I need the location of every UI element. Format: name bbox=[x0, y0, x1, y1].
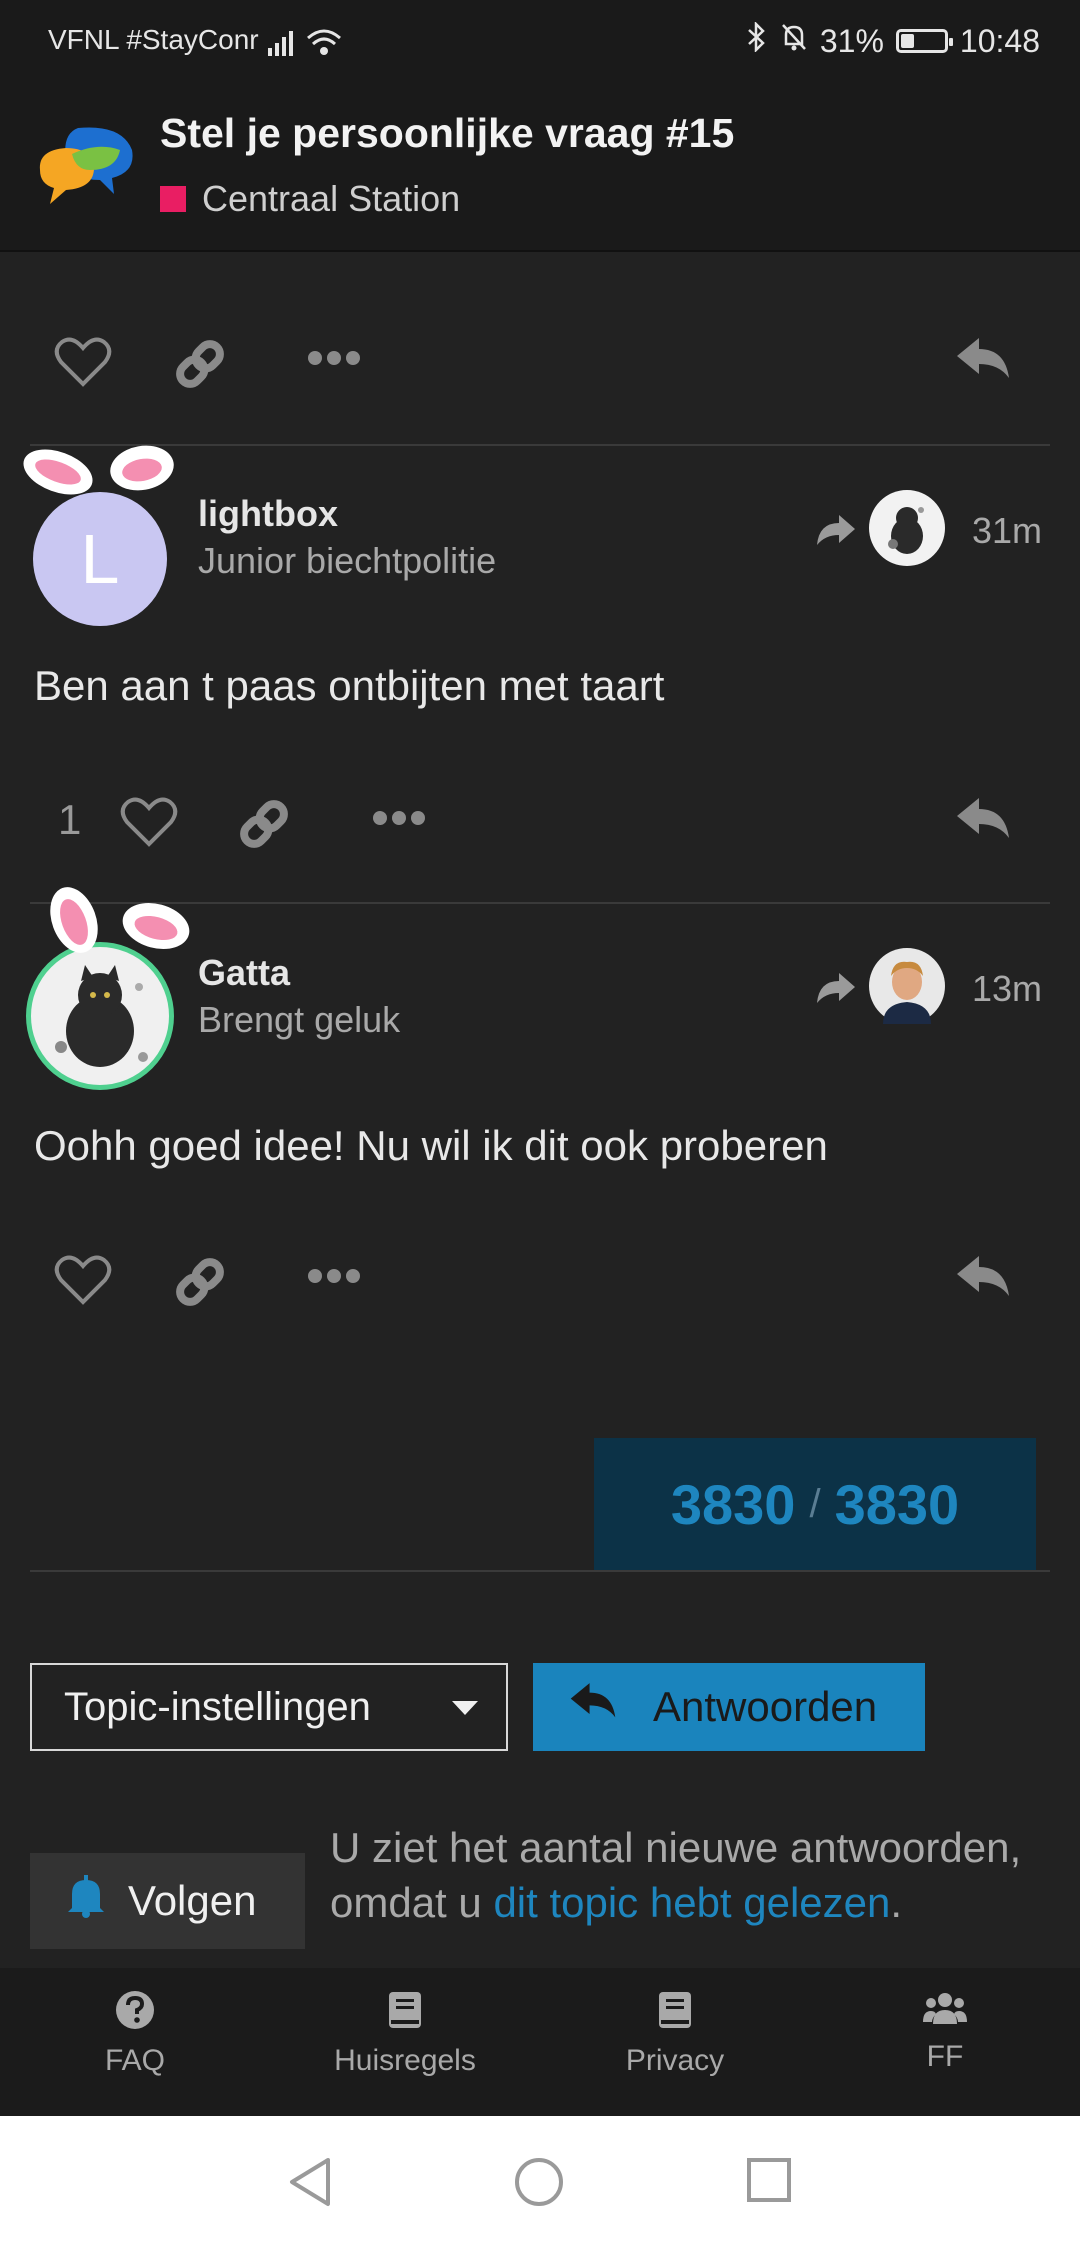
section-divider bbox=[30, 1570, 1050, 1572]
topic-settings-label: Topic-instellingen bbox=[64, 1684, 371, 1729]
user-title: Brengt geluk bbox=[198, 999, 401, 1040]
signal-wifi-icon bbox=[266, 26, 346, 66]
notice-link[interactable]: dit topic hebt gelezen bbox=[493, 1879, 890, 1926]
link-icon[interactable] bbox=[172, 336, 228, 397]
footer-item-huisregels[interactable]: Huisregels bbox=[295, 1990, 515, 2078]
like-heart-icon[interactable] bbox=[120, 796, 178, 853]
post-time[interactable]: 31m bbox=[972, 510, 1042, 552]
share-arrow-icon bbox=[817, 972, 855, 1003]
progress-total: 3830 bbox=[834, 1472, 960, 1536]
post-time[interactable]: 13m bbox=[972, 968, 1042, 1010]
post-body: Oohh goed idee! Nu wil ik dit ook prober… bbox=[34, 1122, 828, 1169]
footer-item-label: FF bbox=[926, 2040, 964, 2073]
category-badge[interactable]: Centraal Station bbox=[160, 178, 460, 220]
footer-item-label: FAQ bbox=[104, 2044, 165, 2077]
topic-settings-dropdown[interactable]: Topic-instellingen bbox=[30, 1663, 508, 1751]
like-heart-icon[interactable] bbox=[54, 336, 112, 393]
reply-button-label: Antwoorden bbox=[653, 1683, 878, 1730]
like-count[interactable]: 1 bbox=[58, 796, 81, 844]
users-icon bbox=[835, 1990, 1055, 2034]
avatar-letter: L bbox=[80, 520, 120, 598]
book-icon bbox=[295, 1990, 515, 2038]
link-icon[interactable] bbox=[236, 796, 292, 857]
topic-progress[interactable]: 3830 / 3830 bbox=[594, 1438, 1036, 1570]
reply-icon[interactable] bbox=[955, 336, 1011, 389]
footer-item-faq[interactable]: FAQ bbox=[25, 1990, 245, 2078]
battery-percent: 31% bbox=[819, 22, 884, 59]
share-arrow-icon bbox=[817, 514, 855, 545]
bluetooth-icon bbox=[746, 20, 768, 60]
battery-fill bbox=[900, 34, 914, 48]
post-body: Ben aan t paas ontbijten met taart bbox=[34, 662, 665, 709]
category-label: Centraal Station bbox=[202, 178, 461, 219]
reply-to-indicator[interactable] bbox=[815, 948, 945, 1029]
question-circle-icon bbox=[25, 1990, 245, 2038]
caret-down-icon bbox=[452, 1701, 478, 1715]
footer-nav: FAQ Huisregels Privacy FF bbox=[0, 1968, 1080, 2116]
notice-end: . bbox=[890, 1879, 903, 1926]
bell-icon bbox=[66, 1874, 106, 1928]
progress-current: 3830 bbox=[670, 1472, 796, 1536]
book-icon bbox=[565, 1990, 785, 2038]
clock: 10:48 bbox=[959, 22, 1040, 59]
footer-item-ff[interactable]: FF bbox=[835, 1990, 1055, 2074]
footer-item-label: Huisregels bbox=[334, 2044, 476, 2077]
footer-item-privacy[interactable]: Privacy bbox=[565, 1990, 785, 2078]
topic-header: Stel je persoonlijke vraag #15 Centraal … bbox=[0, 80, 1080, 252]
post-actions bbox=[0, 316, 1080, 406]
footer-item-label: Privacy bbox=[625, 2044, 725, 2077]
carrier-label: VFNL #StayConr bbox=[48, 24, 259, 55]
follow-label: Volgen bbox=[128, 1877, 257, 1924]
more-options-icon[interactable] bbox=[373, 810, 425, 831]
home-icon[interactable] bbox=[513, 2156, 565, 2213]
username[interactable]: Gatta bbox=[198, 952, 290, 994]
system-nav-bar bbox=[0, 2116, 1080, 2244]
site-logo-icon[interactable] bbox=[32, 120, 142, 217]
reply-to-avatar bbox=[869, 490, 945, 571]
notification-notice: U ziet het aantal nieuwe antwoorden, omd… bbox=[330, 1820, 1050, 1930]
recents-icon[interactable] bbox=[745, 2156, 793, 2209]
post-actions: 1 bbox=[0, 776, 1080, 866]
reply-icon[interactable] bbox=[955, 1254, 1011, 1307]
username[interactable]: lightbox bbox=[198, 493, 338, 535]
bell-muted-icon bbox=[780, 22, 808, 60]
progress-separator: / bbox=[809, 1481, 821, 1526]
reply-icon[interactable] bbox=[955, 796, 1011, 849]
battery-icon bbox=[895, 29, 953, 53]
reply-to-indicator[interactable] bbox=[815, 490, 945, 571]
status-bar: VFNL #StayConr 31% 10:48 bbox=[0, 0, 1080, 80]
back-icon[interactable] bbox=[286, 2156, 334, 2213]
follow-button[interactable]: Volgen bbox=[30, 1853, 305, 1949]
reply-button[interactable]: Antwoorden bbox=[533, 1663, 925, 1751]
reply-icon bbox=[569, 1681, 617, 1733]
link-icon[interactable] bbox=[172, 1254, 228, 1315]
post-actions bbox=[0, 1234, 1080, 1324]
page-title[interactable]: Stel je persoonlijke vraag #15 bbox=[160, 110, 734, 157]
reply-to-avatar bbox=[869, 948, 945, 1029]
avatar[interactable]: L bbox=[33, 492, 167, 626]
bunny-ears-icon bbox=[50, 887, 190, 953]
bunny-ears-icon bbox=[23, 445, 174, 495]
more-options-icon[interactable] bbox=[308, 350, 360, 371]
avatar[interactable] bbox=[26, 942, 174, 1090]
user-title: Junior biechtpolitie bbox=[198, 540, 497, 581]
category-color-swatch bbox=[160, 186, 186, 212]
post-divider bbox=[30, 444, 1050, 446]
more-options-icon[interactable] bbox=[308, 1268, 360, 1289]
like-heart-icon[interactable] bbox=[54, 1254, 112, 1311]
